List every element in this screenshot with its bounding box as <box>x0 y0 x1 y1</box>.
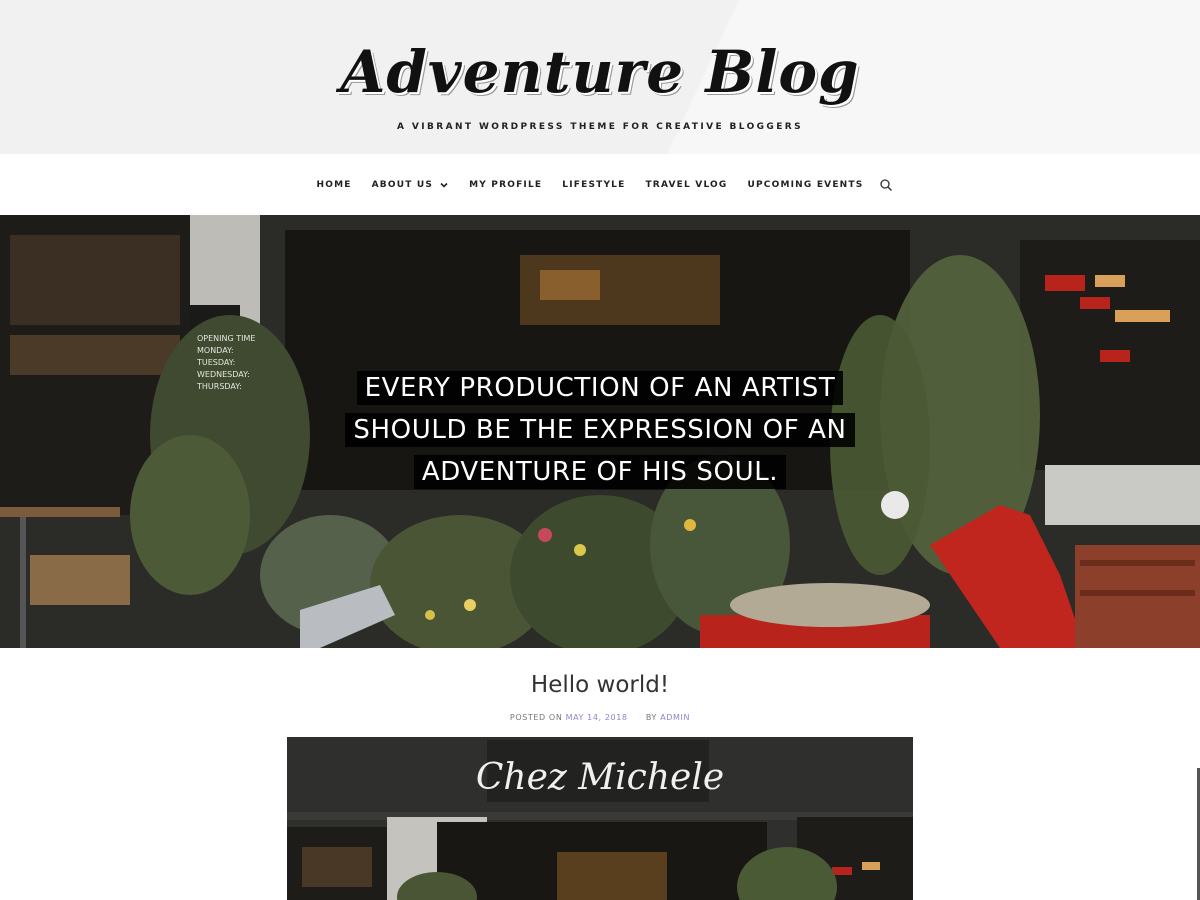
nav-item-about-us[interactable]: ABOUT US <box>362 180 459 190</box>
nav-item-label: MY PROFILE <box>469 179 543 190</box>
nav-item-label: UPCOMING EVENTS <box>747 179 864 190</box>
hero-sign-line: OPENING TIME <box>197 334 255 343</box>
site-title[interactable]: Adventure Blog <box>0 38 1200 106</box>
nav-item-lifestyle[interactable]: LIFESTYLE <box>552 180 635 190</box>
hero-quote-line: ADVENTURE OF HIS SOUL. <box>413 455 787 489</box>
post-author-link[interactable]: ADMIN <box>660 713 690 722</box>
site-tagline: A VIBRANT WORDPRESS THEME FOR CREATIVE B… <box>397 122 803 132</box>
nav-item-label: LIFESTYLE <box>562 179 626 190</box>
nav-item-upcoming-events[interactable]: UPCOMING EVENTS <box>738 180 874 190</box>
hero-banner: OPENING TIME MONDAY: TUESDAY: WEDNESDAY: THU… <box>0 215 1200 648</box>
hero-sign-line: TUESDAY: <box>196 358 235 367</box>
post-title[interactable]: Hello world! <box>0 672 1200 698</box>
post-date-link[interactable]: MAY 14, 2018 <box>566 713 628 722</box>
search-icon[interactable] <box>879 178 893 192</box>
nav-item-travel-vlog[interactable]: TRAVEL VLOG <box>635 180 737 190</box>
posted-on-label: POSTED ON <box>509 713 563 722</box>
nav-item-label: ABOUT US <box>371 179 434 190</box>
nav-item-home[interactable]: HOME <box>307 180 362 190</box>
nav-item-label: HOME <box>316 179 352 190</box>
main-navigation: HOME ABOUT US MY PROFILE LIFESTYLE TRAVE… <box>0 154 1200 215</box>
hero-sign-line: MONDAY: <box>197 346 234 355</box>
post-image-sign: Chez Michele <box>475 757 725 798</box>
hero-quote-line: SHOULD BE THE EXPRESSION OF AN <box>345 413 855 447</box>
site-header: Adventure Blog A VIBRANT WORDPRESS THEME… <box>0 0 1200 154</box>
hero-quote: EVERY PRODUCTION OF AN ARTIST SHOULD BE … <box>0 367 1200 493</box>
by-label: BY <box>645 713 658 722</box>
hero-quote-line: EVERY PRODUCTION OF AN ARTIST <box>356 371 844 405</box>
post-meta: POSTED ON MAY 14, 2018 BY ADMIN <box>0 713 1200 722</box>
post-featured-image[interactable]: Chez Michele <box>287 737 913 900</box>
nav-item-label: TRAVEL VLOG <box>645 179 728 190</box>
chevron-down-icon <box>440 182 448 188</box>
nav-item-my-profile[interactable]: MY PROFILE <box>459 180 552 190</box>
